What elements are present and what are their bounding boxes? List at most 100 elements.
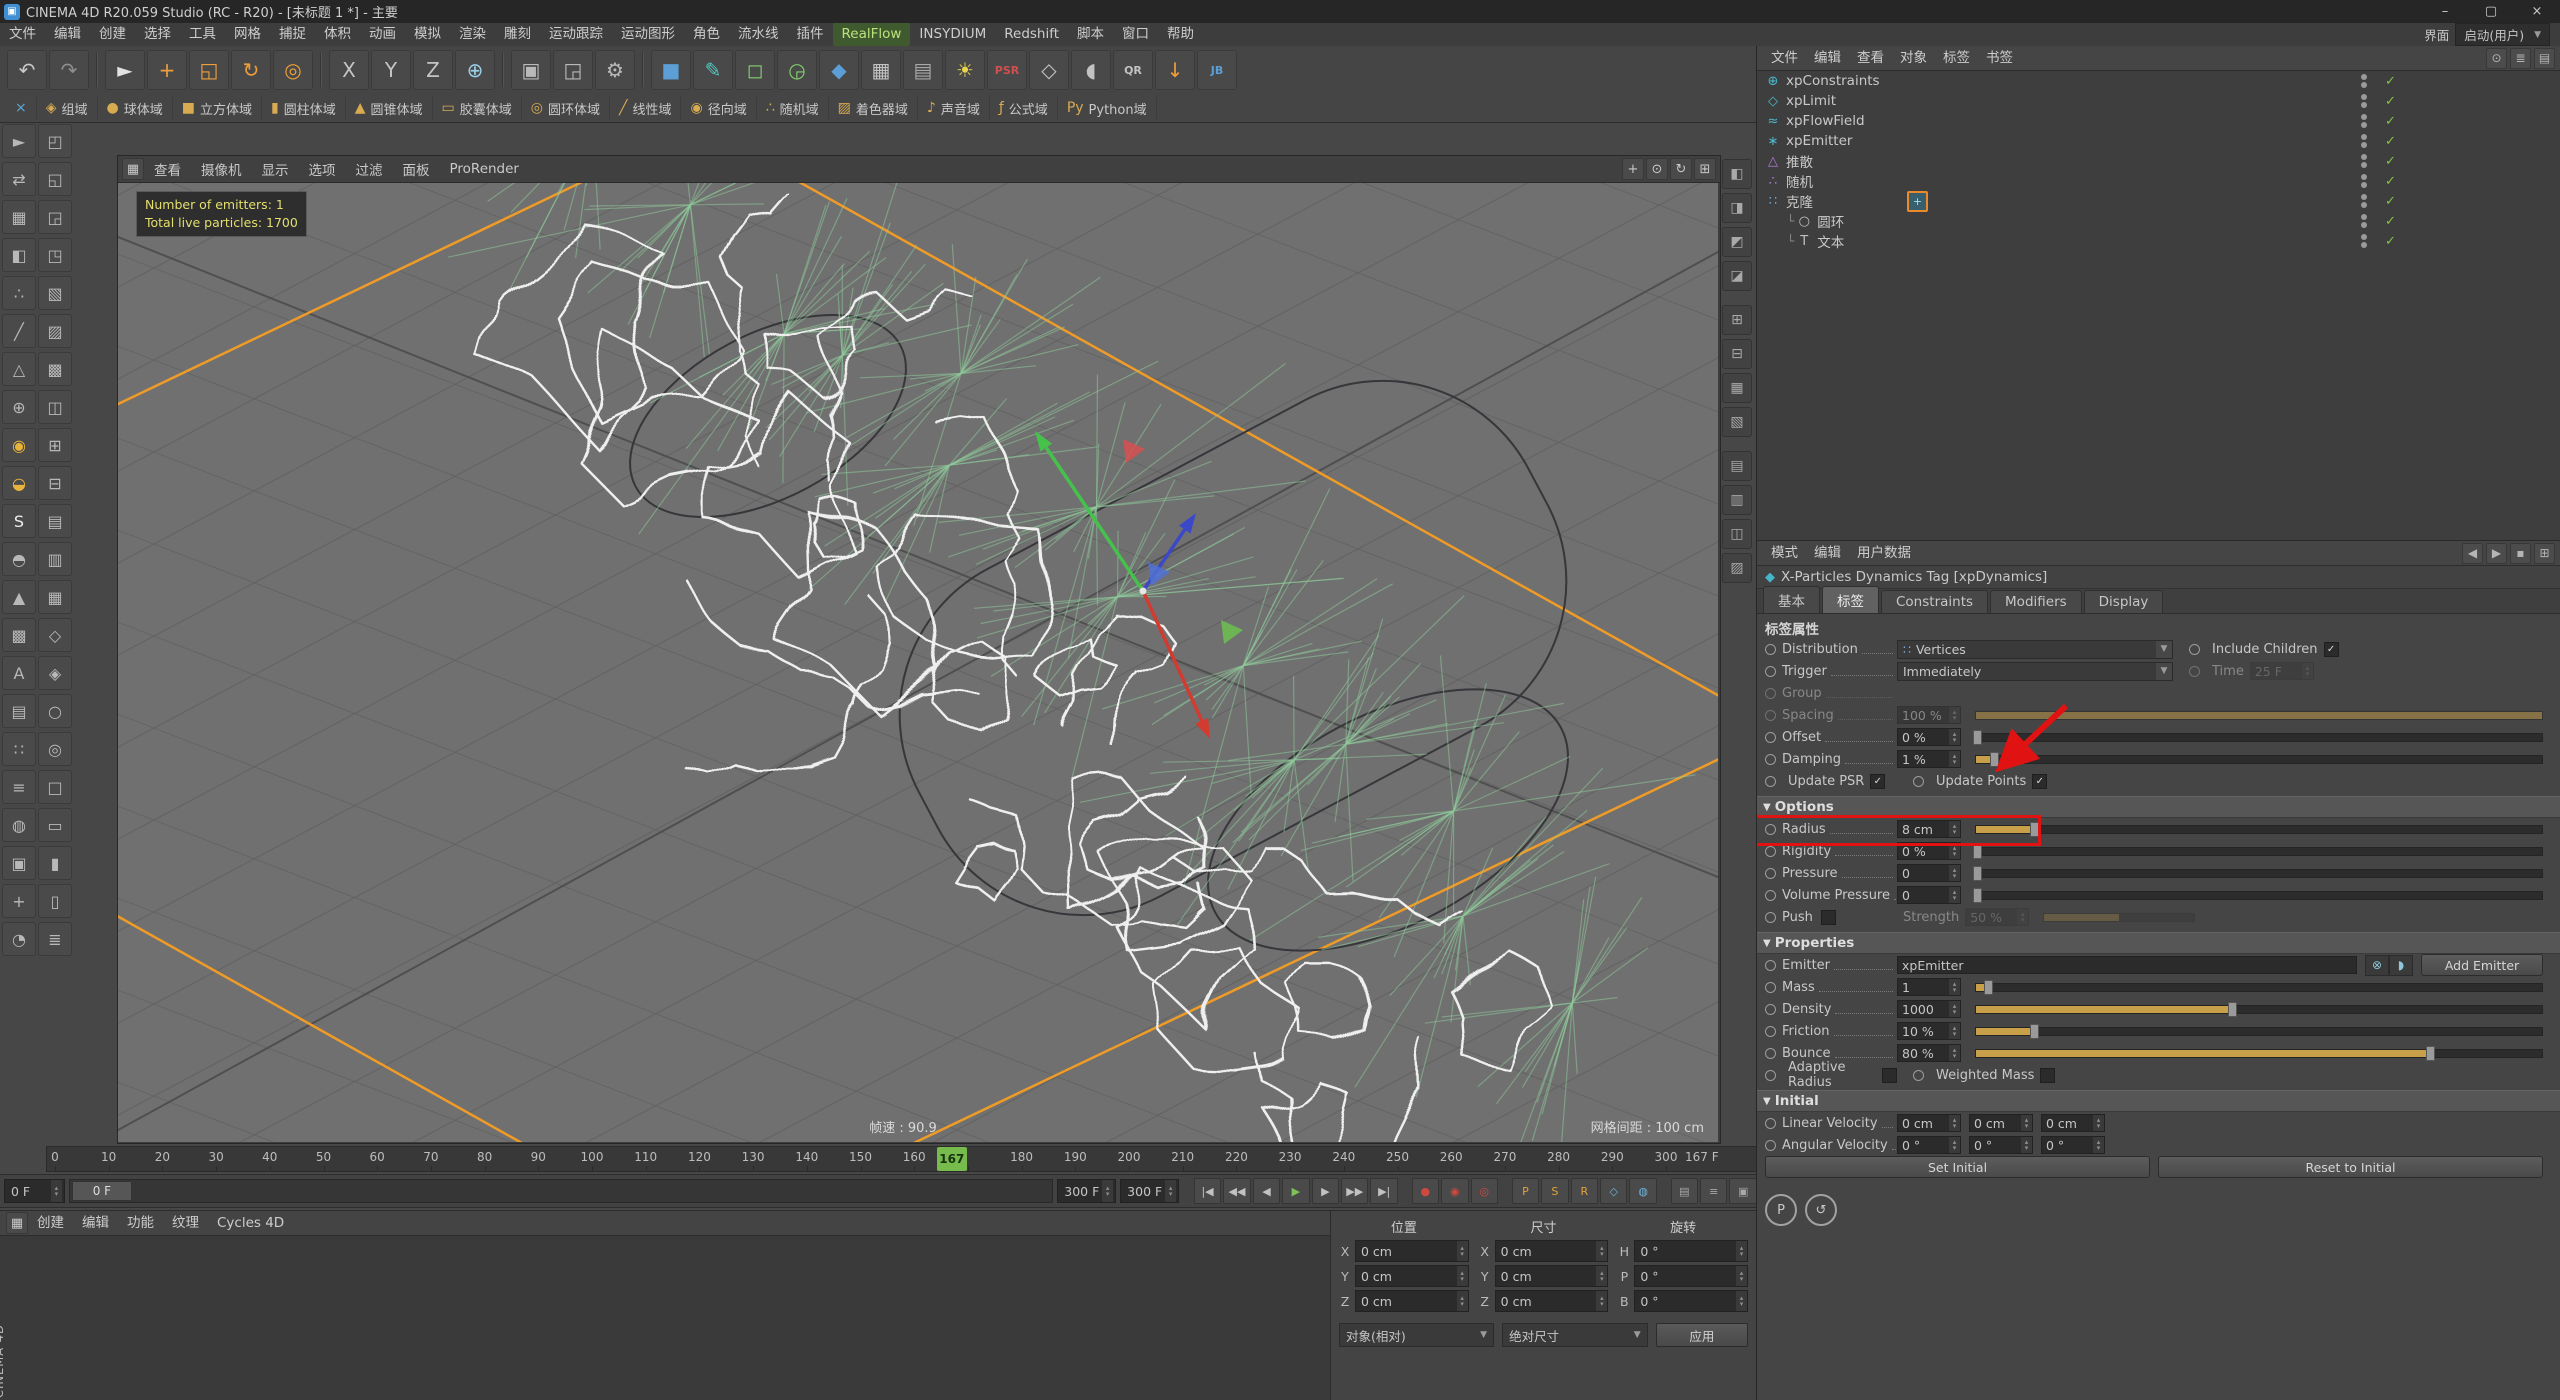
preview-end-field-stepper[interactable]: ▴▾ bbox=[1165, 1180, 1176, 1202]
slider-strength[interactable] bbox=[2043, 913, 2195, 922]
animation-dot[interactable] bbox=[1913, 1070, 1924, 1081]
slider-knob[interactable] bbox=[2426, 1046, 2435, 1061]
left-tool-col2-11[interactable]: ▤ bbox=[38, 504, 72, 538]
tab-标签[interactable]: 标签 bbox=[1822, 586, 1879, 613]
coord-field-位置-y[interactable]: 0 cm▴▾ bbox=[1355, 1265, 1469, 1287]
animation-dot[interactable] bbox=[1765, 666, 1776, 677]
coord-size-select[interactable]: 绝对尺寸▼ bbox=[1502, 1323, 1648, 1347]
new-window-icon[interactable]: ⊞ bbox=[2534, 543, 2555, 564]
coord-stepper[interactable]: ▴▾ bbox=[1596, 1266, 1607, 1286]
field-angular-velocity-0-stepper[interactable]: ▴▾ bbox=[1949, 1137, 1960, 1153]
left-tool-col2-7[interactable]: ▩ bbox=[38, 352, 72, 386]
record-button[interactable]: ● bbox=[1412, 1178, 1439, 1204]
radial-field-button[interactable]: ◉径向域 bbox=[681, 97, 756, 119]
enabled-check-icon[interactable]: ✓ bbox=[2385, 214, 2396, 229]
move-icon[interactable]: + bbox=[147, 50, 187, 90]
field-strength[interactable]: 50 %▴▾ bbox=[1965, 908, 2029, 926]
field-pressure-stepper[interactable]: ▴▾ bbox=[1949, 865, 1960, 881]
layout-dock-icon-3[interactable]: ◩ bbox=[1722, 227, 1752, 257]
combo-distribution[interactable]: ∷Vertices▼ bbox=[1897, 640, 2173, 659]
menu-item-网格[interactable]: 网格 bbox=[225, 23, 270, 46]
slider-knob[interactable] bbox=[2228, 1002, 2237, 1017]
viewport-canvas[interactable]: Number of emitters: 1 Total live particl… bbox=[118, 183, 1718, 1142]
play-button[interactable]: ▶ bbox=[1282, 1178, 1309, 1204]
toggle-layout-icon[interactable]: ⊞ bbox=[1694, 158, 1716, 180]
coord-stepper[interactable]: ▴▾ bbox=[1596, 1291, 1607, 1311]
left-tool-col1-1[interactable]: ► bbox=[2, 124, 36, 158]
animation-dot[interactable] bbox=[1765, 1048, 1776, 1059]
current-frame-marker[interactable]: 167 bbox=[937, 1147, 967, 1171]
visibility-dots[interactable] bbox=[2361, 94, 2367, 108]
editor-visibility-dot[interactable] bbox=[2361, 194, 2367, 200]
render-picture-viewer-icon[interactable]: ◲ bbox=[553, 50, 593, 90]
layout-dock-icon-9[interactable]: ▤ bbox=[1722, 451, 1752, 481]
autokey-button[interactable]: ◉ bbox=[1441, 1178, 1468, 1204]
editor-visibility-dot[interactable] bbox=[2361, 134, 2367, 140]
object-row-xpemitter[interactable]: ∗xpEmitter✓ bbox=[1757, 131, 2560, 151]
left-tool-col2-19[interactable]: ▭ bbox=[38, 808, 72, 842]
material-panel-icon[interactable]: ▦ bbox=[6, 1212, 28, 1234]
left-tool-col1-4[interactable]: ◧ bbox=[2, 238, 36, 272]
coord-stepper[interactable]: ▴▾ bbox=[1736, 1241, 1747, 1261]
generator-icon[interactable]: ◶ bbox=[777, 50, 817, 90]
current-frame-field[interactable]: 0 F▴▾ bbox=[4, 1179, 65, 1203]
object-row-xpconstraints[interactable]: ⊕xpConstraints✓ bbox=[1757, 71, 2560, 91]
field-damping[interactable]: 1 %▴▾ bbox=[1897, 750, 1961, 768]
slider-radius[interactable] bbox=[1975, 825, 2543, 834]
animation-dot[interactable] bbox=[1765, 982, 1776, 993]
am-menu-模式[interactable]: 模式 bbox=[1763, 541, 1806, 565]
cube-primitive-icon[interactable]: ■ bbox=[651, 50, 691, 90]
menu-item-创建[interactable]: 创建 bbox=[90, 23, 135, 46]
object-row-文本[interactable]: └T文本✓ bbox=[1757, 231, 2560, 251]
slider-bounce[interactable] bbox=[1975, 1049, 2543, 1058]
enabled-check-icon[interactable]: ✓ bbox=[2385, 94, 2396, 109]
visibility-dots[interactable] bbox=[2361, 134, 2367, 148]
field-bounce-stepper[interactable]: ▴▾ bbox=[1949, 1045, 1960, 1061]
coord-field-位置-x[interactable]: 0 cm▴▾ bbox=[1355, 1240, 1469, 1262]
object-row-随机[interactable]: ∴随机✓ bbox=[1757, 171, 2560, 191]
layout-dock-icon-6[interactable]: ⊟ bbox=[1722, 339, 1752, 369]
left-tool-col2-20[interactable]: ▮ bbox=[38, 846, 72, 880]
left-tool-col2-14[interactable]: ◇ bbox=[38, 618, 72, 652]
left-tool-col2-10[interactable]: ⊟ bbox=[38, 466, 72, 500]
redo-icon[interactable]: ↷ bbox=[49, 50, 89, 90]
coord-stepper[interactable]: ▴▾ bbox=[1457, 1241, 1468, 1261]
layout-dock-icon-10[interactable]: ▥ bbox=[1722, 485, 1752, 515]
animation-dot[interactable] bbox=[1765, 1070, 1776, 1081]
rotate-view-icon[interactable]: ↻ bbox=[1670, 158, 1692, 180]
next-key-button[interactable]: ▶▶ bbox=[1341, 1178, 1368, 1204]
menu-item-运动跟踪[interactable]: 运动跟踪 bbox=[540, 23, 612, 46]
left-tool-col1-14[interactable]: ▩ bbox=[2, 618, 36, 652]
doc-end-field-stepper[interactable]: ▴▾ bbox=[1102, 1180, 1113, 1202]
visibility-dots[interactable] bbox=[2361, 114, 2367, 128]
field-linear-velocity-1-stepper[interactable]: ▴▾ bbox=[2021, 1115, 2032, 1131]
coord-stepper[interactable]: ▴▾ bbox=[1596, 1241, 1607, 1261]
left-tool-col1-8[interactable]: ⊕ bbox=[2, 390, 36, 424]
animation-dot[interactable] bbox=[1765, 1118, 1776, 1129]
material-menu-编辑[interactable]: 编辑 bbox=[73, 1211, 118, 1235]
field-linear-velocity-2[interactable]: 0 cm▴▾ bbox=[2041, 1114, 2105, 1132]
left-tool-col1-2[interactable]: ⇄ bbox=[2, 162, 36, 196]
menu-item-雕刻[interactable]: 雕刻 bbox=[495, 23, 540, 46]
timeline-options-button[interactable]: ≡ bbox=[1700, 1178, 1727, 1204]
editor-visibility-dot[interactable] bbox=[2361, 174, 2367, 180]
left-tool-col2-13[interactable]: ▦ bbox=[38, 580, 72, 614]
animation-dot[interactable] bbox=[1765, 644, 1776, 655]
emitter-link-field[interactable]: xpEmitter bbox=[1897, 956, 2357, 974]
z-axis-lock-icon[interactable]: Z bbox=[413, 50, 453, 90]
menu-item-工具[interactable]: 工具 bbox=[180, 23, 225, 46]
history-back-icon[interactable]: ◀ bbox=[2462, 543, 2483, 564]
menu-item-选择[interactable]: 选择 bbox=[135, 23, 180, 46]
field-friction-stepper[interactable]: ▴▾ bbox=[1949, 1023, 1960, 1039]
visibility-dots[interactable] bbox=[2361, 154, 2367, 168]
left-tool-col1-6[interactable]: ╱ bbox=[2, 314, 36, 348]
section-properties[interactable]: ▼Properties bbox=[1757, 932, 2560, 954]
left-tool-col1-21[interactable]: + bbox=[2, 884, 36, 918]
render-visibility-dot[interactable] bbox=[2361, 182, 2367, 188]
slider-knob[interactable] bbox=[2030, 822, 2039, 837]
box-field-button[interactable]: ■立方体域 bbox=[173, 97, 262, 119]
visibility-dots[interactable] bbox=[2361, 194, 2367, 208]
render-visibility-dot[interactable] bbox=[2361, 122, 2367, 128]
animation-dot[interactable] bbox=[1765, 710, 1776, 721]
slider-volume-pressure[interactable] bbox=[1975, 891, 2543, 900]
